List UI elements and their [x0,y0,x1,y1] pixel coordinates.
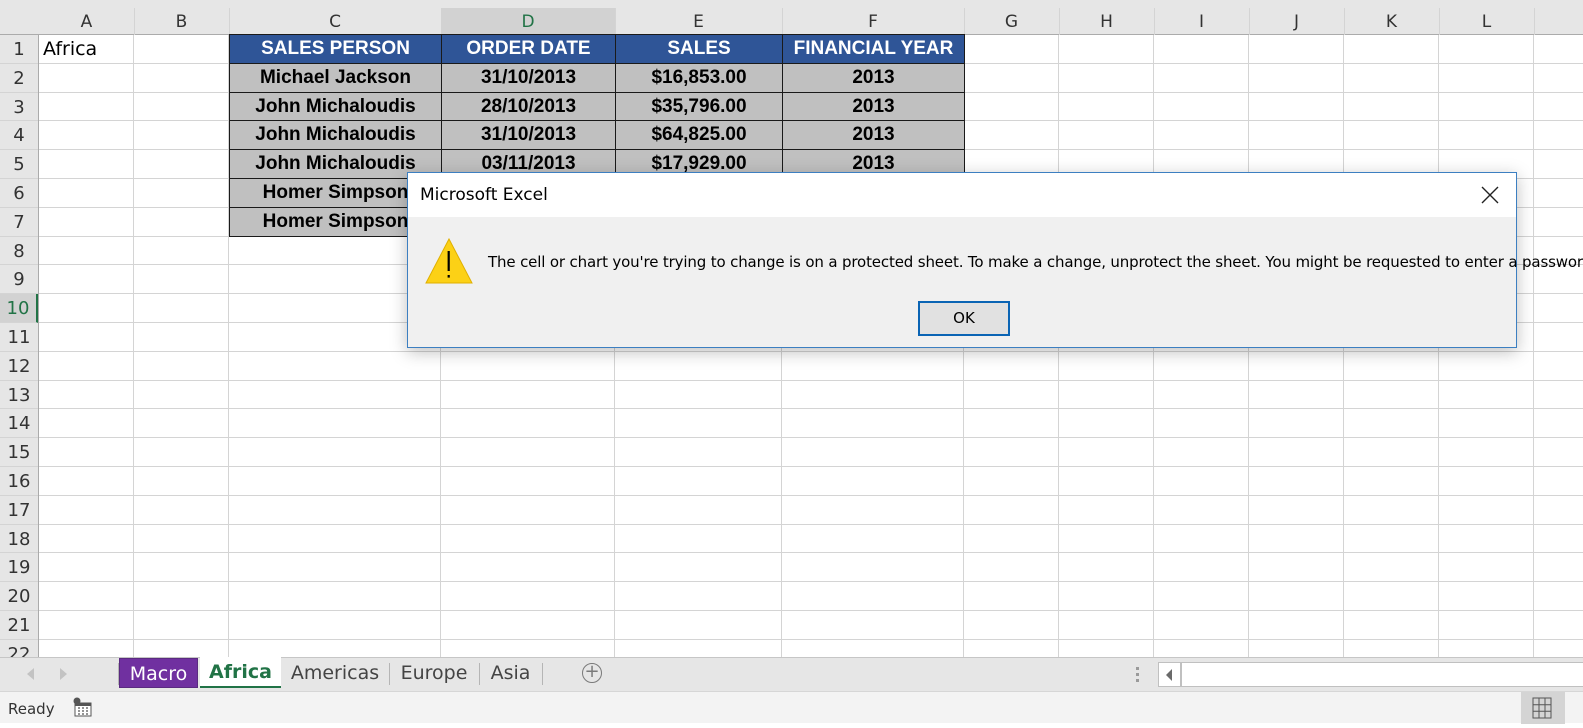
row-header-4[interactable]: 4 [0,121,38,151]
status-bar: Ready [0,691,1583,724]
grid-row-line [39,552,1583,554]
column-header-l[interactable]: L [1439,8,1535,35]
table-cell[interactable]: 31/10/2013 [441,62,616,93]
status-ready: Ready [8,700,55,718]
row-header-13[interactable]: 13 [0,381,38,410]
column-headers: A B C D E F G H I J K L [0,8,1583,37]
tab-americas[interactable]: Americas [282,658,388,688]
row-header-21[interactable]: 21 [0,611,38,640]
tab-europe[interactable]: Europe [390,658,478,688]
grid-row-line [39,408,1583,410]
row-header-1[interactable]: 1 [0,35,38,64]
row-header-10[interactable]: 10 [0,294,38,323]
table-cell[interactable]: John Michaloudis [229,91,442,122]
table-header-cell[interactable]: SALES PERSON [229,34,442,64]
table-cell[interactable]: 31/10/2013 [441,120,616,151]
grid-row-line [39,466,1583,467]
table-cell[interactable]: 2013 [782,91,965,122]
column-header-c[interactable]: C [229,8,442,35]
column-header-b[interactable]: B [134,8,230,35]
row-header-5[interactable]: 5 [0,150,38,179]
table-cell[interactable]: 2013 [782,120,965,151]
table-cell[interactable]: $64,825.00 [615,120,783,151]
table-cell[interactable]: $16,853.00 [615,62,783,93]
table-cell[interactable]: Michael Jackson [229,62,442,93]
row-header-15[interactable]: 15 [0,438,38,467]
cell-a1[interactable]: Africa [43,38,97,60]
row-header-2[interactable]: 2 [0,64,38,93]
grid-row-line [39,379,1583,381]
previous-sheet-arrow-icon[interactable] [27,668,34,680]
sheet-tab-bar: Macro Africa Americas Europe Asia + [0,657,1583,691]
row-header-16[interactable]: 16 [0,467,38,496]
warning-icon [424,237,474,285]
tab-macro[interactable]: Macro [119,658,198,688]
column-header-j[interactable]: J [1249,8,1345,35]
table-cell[interactable]: $35,796.00 [615,91,783,122]
row-header-12[interactable]: 12 [0,352,38,381]
tab-africa[interactable]: Africa [200,657,281,688]
grid-row-line [39,437,1583,439]
grid-row-line [39,523,1583,525]
row-header-22[interactable]: 22 [0,640,38,657]
column-header-g[interactable]: G [964,8,1060,35]
row-header-3[interactable]: 3 [0,93,38,122]
row-header-20[interactable]: 20 [0,582,38,611]
row-header-9[interactable]: 9 [0,265,38,295]
scroll-left-arrow-icon [1166,669,1172,681]
row-headers: 1 2 3 4 5 6 7 8 9 10 11 12 13 14 15 16 17 18 19 20 21 22 [0,35,39,657]
row-header-8[interactable]: 8 [0,237,38,266]
grid-row-line [39,610,1583,611]
column-header-f[interactable]: F [782,8,965,35]
column-header-a[interactable]: A [39,8,135,35]
column-header-k[interactable]: K [1344,8,1440,35]
dialog-title: Microsoft Excel [420,185,548,205]
close-icon[interactable] [1478,183,1502,207]
grid-row-line [39,638,1583,640]
column-header-i[interactable]: I [1154,8,1250,35]
ok-button[interactable]: OK [918,301,1010,336]
column-header-m[interactable] [1534,8,1583,35]
grid-row-line [39,494,1583,496]
column-header-h[interactable]: H [1059,8,1155,35]
row-header-6[interactable]: 6 [0,179,38,208]
row-header-17[interactable]: 17 [0,496,38,525]
table-header-cell[interactable]: FINANCIAL YEAR [782,34,965,64]
dialog-message: The cell or chart you're trying to chang… [488,253,1583,271]
table-cell[interactable]: 2013 [782,62,965,93]
tab-asia[interactable]: Asia [480,658,541,688]
normal-view-icon[interactable] [1521,692,1565,724]
grid-row-line [39,581,1583,583]
row-header-18[interactable]: 18 [0,525,38,554]
dialog-title-bar[interactable]: Microsoft Excel [408,173,1516,217]
row-header-11[interactable]: 11 [0,323,38,352]
table-header-cell[interactable]: SALES [615,34,783,64]
next-sheet-arrow-icon[interactable] [60,668,67,680]
grid-column-line [133,35,134,657]
tab-divider [542,663,543,685]
column-header-d[interactable]: D [441,8,616,37]
ribbon-bottom-strip [0,0,1583,8]
scroll-left-button[interactable] [1158,662,1181,687]
horizontal-scrollbar[interactable] [1181,662,1583,687]
row-header-14[interactable]: 14 [0,409,38,439]
row-header-7[interactable]: 7 [0,208,38,237]
table-cell[interactable]: 28/10/2013 [441,91,616,122]
column-header-e[interactable]: E [615,8,783,35]
row-header-19[interactable]: 19 [0,553,38,583]
macro-record-icon[interactable] [72,697,92,717]
grid-row-line [39,350,1583,352]
tab-split-handle[interactable] [1136,667,1139,685]
table-header-cell[interactable]: ORDER DATE [441,34,616,64]
table-cell[interactable]: John Michaloudis [229,120,442,151]
protected-sheet-dialog: Microsoft Excel The cell or chart you're… [407,172,1583,348]
plus-circle-icon[interactable]: + [582,663,602,683]
grid-column-line [1533,35,1534,657]
